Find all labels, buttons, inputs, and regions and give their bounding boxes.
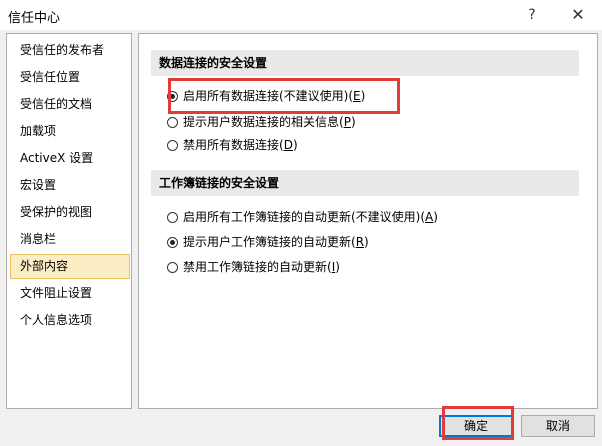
radio-prompt-data-connections[interactable] — [167, 117, 178, 128]
sidebar-item-trusted-publishers[interactable]: 受信任的发布者 — [10, 38, 130, 63]
sidebar-item-macros[interactable]: 宏设置 — [10, 173, 130, 198]
sidebar-item-message-bar[interactable]: 消息栏 — [10, 227, 130, 252]
option-label-suffix: ) — [433, 210, 438, 224]
title-bar: 信任中心 ? ✕ — [0, 0, 602, 30]
sidebar-item-label: 文件阻止设置 — [20, 286, 93, 300]
option-label: 禁用所有数据连接( — [183, 138, 284, 152]
section-header-workbook-links: 工作簿链接的安全设置 — [151, 170, 579, 196]
section-header-data-connections: 数据连接的安全设置 — [151, 50, 579, 76]
sidebar-item-external-content[interactable]: 外部内容 — [10, 254, 130, 279]
option-disable-workbook-links[interactable]: 禁用工作簿链接的自动更新(I) — [167, 257, 340, 277]
sidebar-item-trusted-locations[interactable]: 受信任位置 — [10, 65, 130, 90]
option-prompt-workbook-links[interactable]: 提示用户工作簿链接的自动更新(R) — [167, 232, 369, 252]
option-label: 提示用户工作簿链接的自动更新( — [183, 235, 356, 249]
sidebar-item-label: 个人信息选项 — [20, 313, 93, 327]
cancel-button[interactable]: 取消 — [521, 415, 595, 437]
sidebar-item-add-ins[interactable]: 加载项 — [10, 119, 130, 144]
option-label-suffix: ) — [292, 138, 298, 152]
radio-enable-all-workbook-links[interactable] — [167, 212, 178, 223]
sidebar-item-privacy-options[interactable]: 个人信息选项 — [10, 308, 130, 333]
option-label: 启用所有工作簿链接的自动更新(不建议使用)( — [183, 210, 426, 224]
sidebar-item-label: 受信任的文档 — [20, 97, 93, 111]
option-accesskey: R — [355, 235, 365, 249]
sidebar-item-file-block[interactable]: 文件阻止设置 — [10, 281, 130, 306]
option-accesskey: P — [343, 115, 351, 129]
sidebar-item-label: 受信任的发布者 — [20, 43, 105, 57]
radio-prompt-workbook-links[interactable] — [167, 237, 178, 248]
radio-disable-workbook-links[interactable] — [167, 262, 178, 273]
highlight-box-ok-button — [442, 406, 514, 440]
sidebar-item-protected-view[interactable]: 受保护的视图 — [10, 200, 130, 225]
window-title: 信任中心 — [8, 11, 61, 26]
sidebar-item-label: 加载项 — [20, 124, 57, 138]
sidebar-item-label: 消息栏 — [20, 232, 57, 246]
option-disable-all-data-connections[interactable]: 禁用所有数据连接(D) — [167, 135, 298, 155]
option-label: 提示用户数据连接的相关信息( — [183, 115, 344, 129]
option-enable-all-workbook-links[interactable]: 启用所有工作簿链接的自动更新(不建议使用)(A) — [167, 207, 438, 227]
sidebar-item-activex[interactable]: ActiveX 设置 — [10, 146, 130, 171]
sidebar-item-label: 外部内容 — [20, 259, 69, 273]
sidebar-item-label: ActiveX 设置 — [20, 151, 94, 165]
sidebar: 受信任的发布者 受信任位置 受信任的文档 加载项 ActiveX 设置 宏设置 … — [6, 33, 132, 409]
sidebar-item-label: 受保护的视图 — [20, 205, 93, 219]
sidebar-item-trusted-documents[interactable]: 受信任的文档 — [10, 92, 130, 117]
radio-disable-all-data-connections[interactable] — [167, 140, 178, 151]
option-prompt-data-connections[interactable]: 提示用户数据连接的相关信息(P) — [167, 112, 356, 132]
option-label-suffix: ) — [335, 260, 340, 274]
help-button[interactable]: ? — [512, 2, 552, 28]
sidebar-item-label: 宏设置 — [20, 178, 57, 192]
option-label-suffix: ) — [350, 115, 356, 129]
option-label-suffix: ) — [364, 235, 369, 249]
close-button[interactable]: ✕ — [558, 2, 598, 28]
option-accesskey: D — [283, 138, 293, 152]
option-label: 禁用工作簿链接的自动更新( — [183, 260, 332, 274]
sidebar-item-label: 受信任位置 — [20, 70, 81, 84]
highlight-box-option — [168, 78, 400, 114]
